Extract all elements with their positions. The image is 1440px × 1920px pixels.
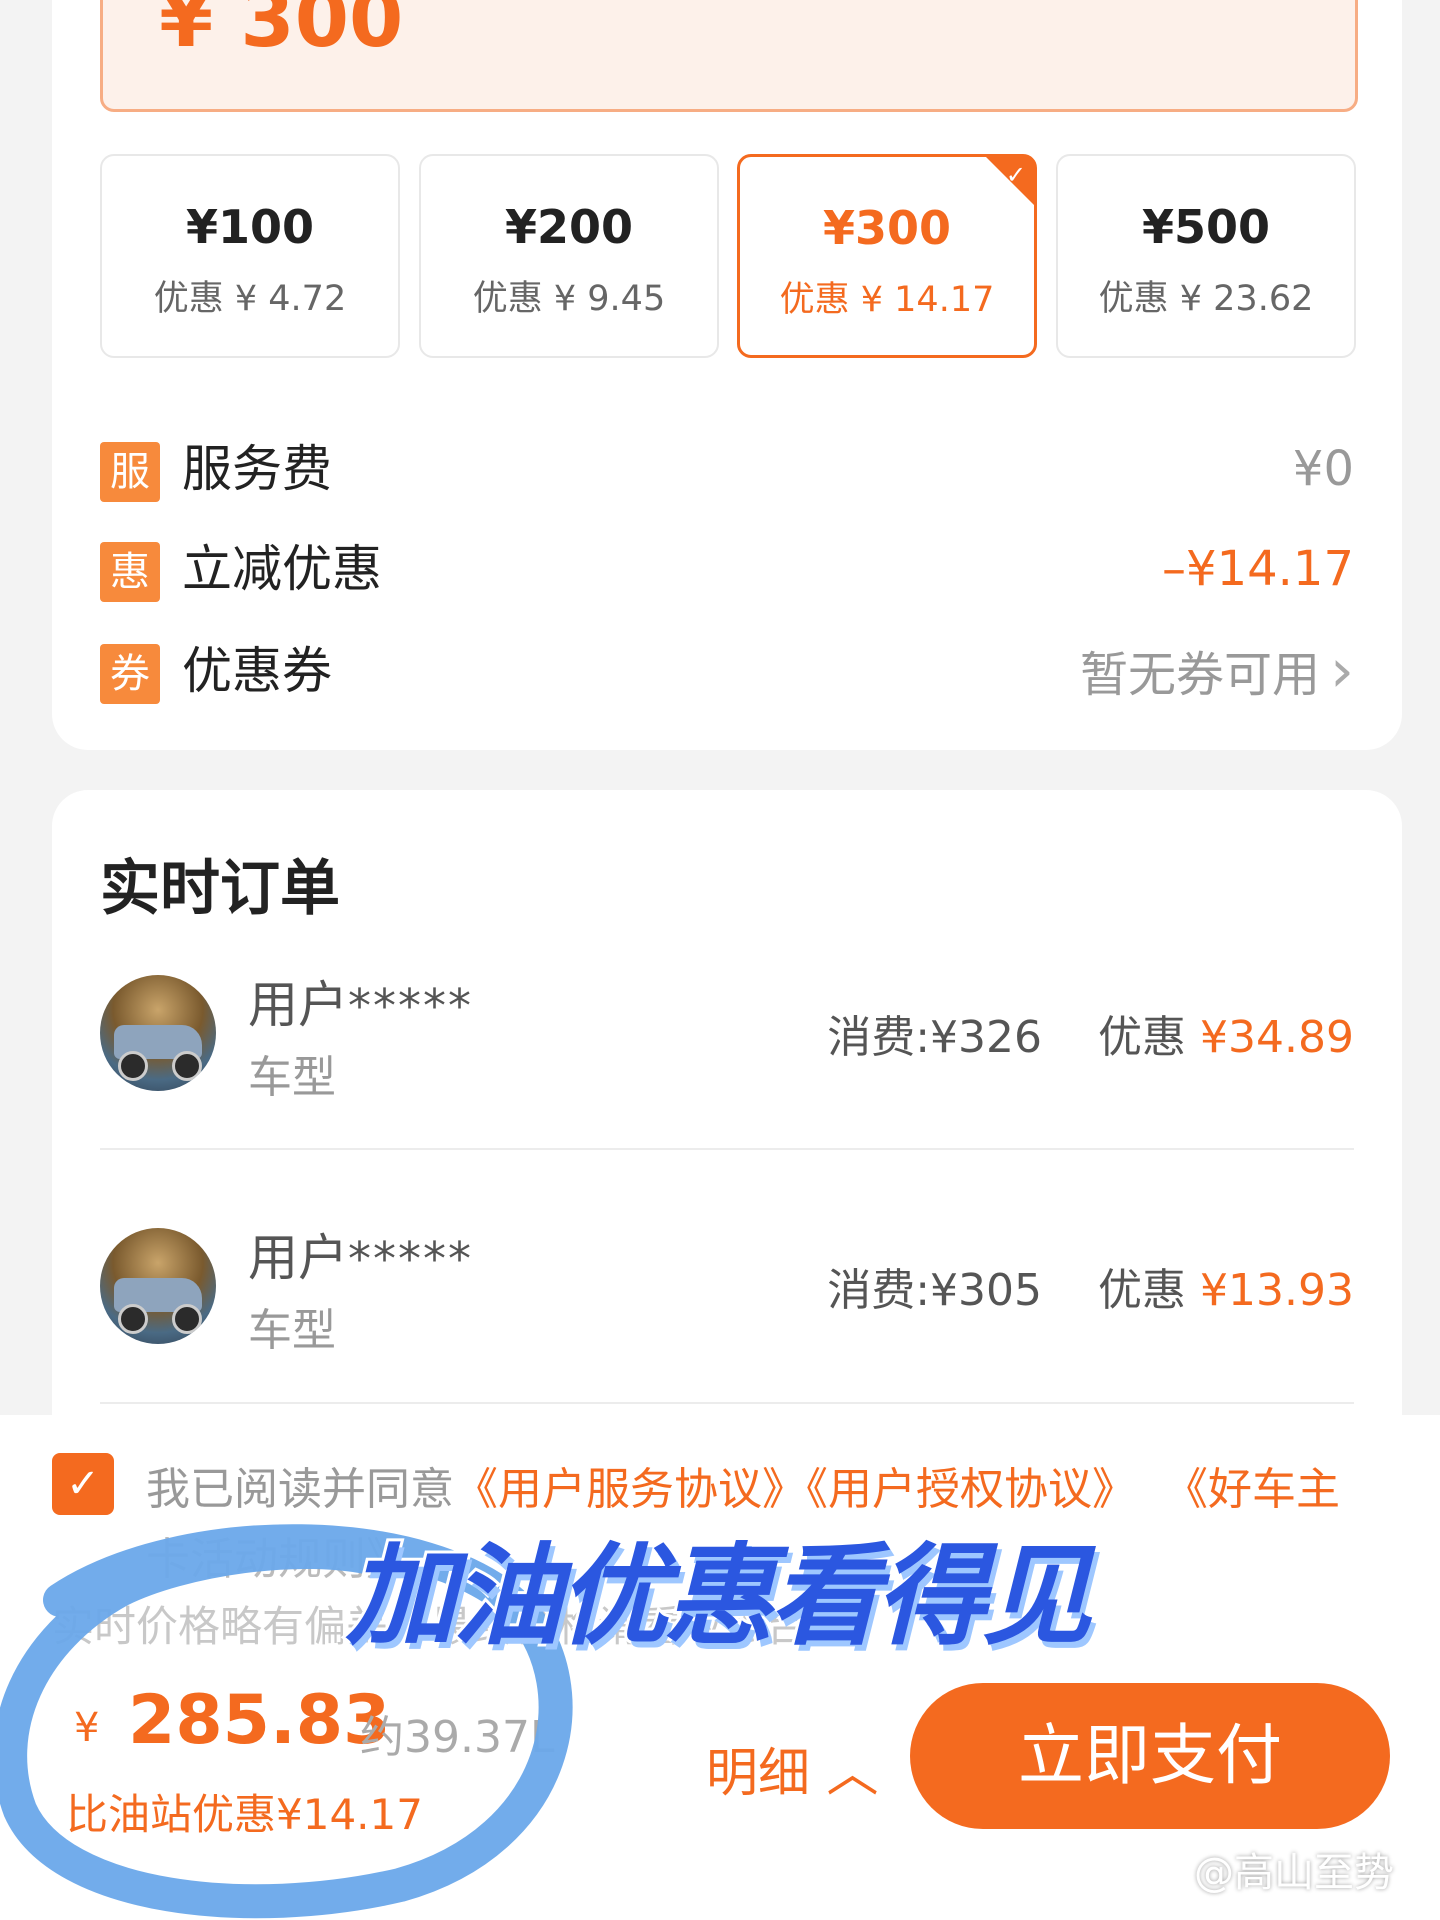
- service-fee-row: 服 服务费 ¥0: [100, 434, 1354, 504]
- discount-amount: ¥34.89: [1200, 1012, 1354, 1063]
- option-discount: 优惠 ¥ 9.45: [472, 279, 666, 319]
- discount-amount: ¥13.93: [1200, 1265, 1354, 1316]
- user-name: 用户*****: [248, 1218, 473, 1290]
- amount-input[interactable]: ¥ 300: [100, 0, 1358, 112]
- detail-toggle[interactable]: 明细 ︿: [706, 1731, 879, 1806]
- service-fee-value: ¥0: [1292, 441, 1354, 497]
- option-discount: 优惠 ¥ 23.62: [1098, 279, 1314, 319]
- option-amount: ¥100: [185, 200, 315, 254]
- discount-badge-icon: 惠: [100, 542, 160, 602]
- car-type: 车型: [248, 1052, 336, 1103]
- service-fee-label: 服务费: [182, 440, 332, 498]
- option-300-selected[interactable]: ✓ ¥300 优惠 ¥ 14.17: [737, 154, 1037, 358]
- spend-amount: 消费:¥305: [827, 1265, 1043, 1316]
- check-icon: ✓: [1005, 161, 1026, 189]
- user-masked: *****: [348, 979, 473, 1033]
- instant-discount-row: 惠 立减优惠 –¥14.17: [100, 534, 1354, 604]
- detail-label: 明细: [706, 1744, 811, 1804]
- list-item: 用户***** 车型 消费:¥305 优惠 ¥13.93: [100, 1228, 1354, 1378]
- discount-label: 优惠: [1098, 1265, 1187, 1316]
- coupon-value: 暂无券可用 ›: [1080, 636, 1354, 710]
- user-name: 用户*****: [248, 965, 473, 1037]
- chevron-up-icon: ︿: [826, 1744, 879, 1804]
- car-type: 车型: [248, 1305, 336, 1356]
- activity-rules-link[interactable]: 《好车主: [1164, 1464, 1340, 1515]
- instant-discount-label: 立减优惠: [182, 540, 382, 598]
- spend-amount: 消费:¥326: [827, 1012, 1043, 1063]
- pay-now-button[interactable]: 立即支付: [910, 1683, 1390, 1829]
- overlay-caption: 加油优惠看得见: [343, 1529, 1095, 1663]
- divider: [100, 1402, 1354, 1404]
- discount-label: 优惠: [1098, 1012, 1187, 1063]
- coupon-row[interactable]: 券 优惠券 暂无券可用 ›: [100, 636, 1354, 706]
- option-discount: 优惠 ¥ 14.17: [779, 280, 995, 320]
- service-badge-icon: 服: [100, 442, 160, 502]
- avatar: [100, 975, 216, 1091]
- option-amount: ¥200: [504, 200, 634, 254]
- coupon-status: 暂无券可用: [1079, 647, 1320, 703]
- watermark: @高山至势: [1194, 1850, 1394, 1896]
- instant-discount-value: –¥14.17: [1162, 541, 1354, 597]
- user-label: 用户: [248, 1229, 348, 1287]
- chevron-right-icon: ›: [1330, 636, 1354, 706]
- list-item: 用户***** 车型 消费:¥326 优惠 ¥34.89: [100, 975, 1354, 1125]
- option-500[interactable]: ¥500 优惠 ¥ 23.62: [1056, 154, 1356, 358]
- user-masked: *****: [348, 1232, 473, 1286]
- option-amount: ¥500: [1141, 200, 1271, 254]
- option-discount: 优惠 ¥ 4.72: [153, 279, 347, 319]
- coupon-label: 优惠券: [182, 642, 332, 700]
- user-label: 用户: [248, 976, 348, 1034]
- amount-value: ¥ 300: [159, 0, 404, 65]
- paw-icon: [1153, 1852, 1188, 1886]
- option-200[interactable]: ¥200 优惠 ¥ 9.45: [419, 154, 719, 358]
- coupon-badge-icon: 券: [100, 644, 160, 704]
- option-100[interactable]: ¥100 优惠 ¥ 4.72: [100, 154, 400, 358]
- order-summary: 消费:¥326 优惠 ¥34.89: [827, 1001, 1354, 1065]
- order-summary: 消费:¥305 优惠 ¥13.93: [827, 1254, 1354, 1318]
- avatar: [100, 1228, 216, 1344]
- divider: [100, 1148, 1354, 1150]
- option-amount: ¥300: [822, 201, 952, 255]
- live-orders-title: 实时订单: [100, 854, 340, 924]
